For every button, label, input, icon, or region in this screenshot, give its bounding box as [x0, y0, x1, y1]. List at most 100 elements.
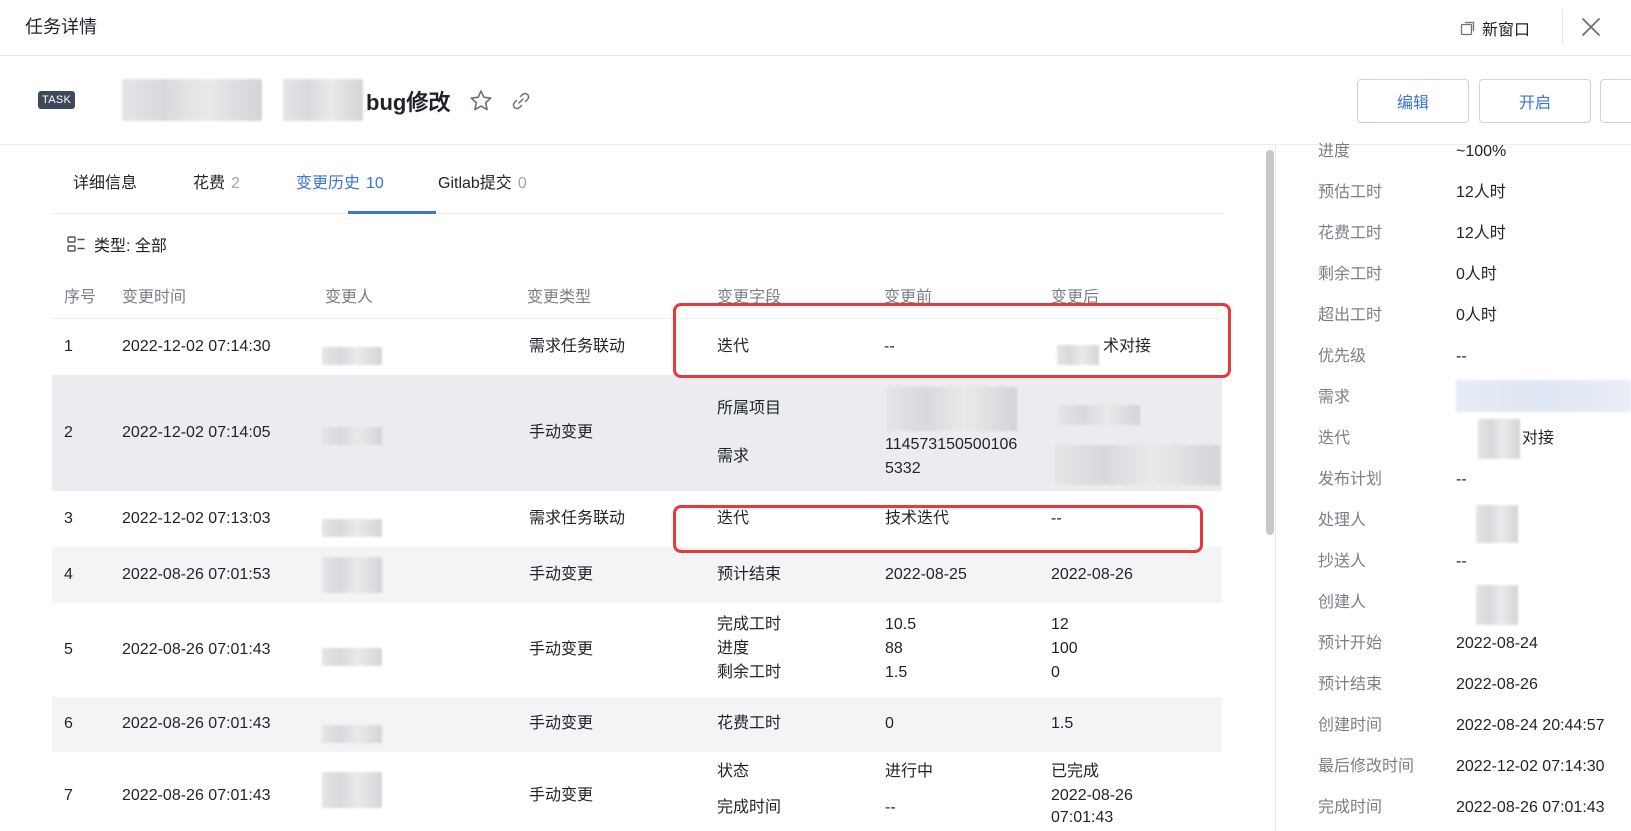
prop-label: 预计结束: [1318, 676, 1383, 693]
prop-label: 进度: [1318, 143, 1351, 160]
link-icon[interactable]: [510, 90, 532, 112]
filter-label: 类型: 全部: [94, 238, 167, 255]
detail-tabs: 详细信息 花费 2 变更历史 10 Gitlab提交 0: [52, 152, 1222, 214]
requirement-redacted[interactable]: [1456, 380, 1631, 412]
prop-iteration: 迭代 对接: [1318, 419, 1631, 459]
prop-label: 优先级: [1318, 348, 1367, 365]
tab-gitlab-commits[interactable]: Gitlab提交 0: [438, 169, 527, 193]
prop-planned-start: 预计开始 2022-08-24: [1318, 632, 1631, 662]
tab-change-history[interactable]: 变更历史 10: [296, 169, 384, 193]
active-tab-indicator: [348, 211, 436, 214]
col-type: 变更类型: [527, 289, 592, 306]
highlight-box: [673, 505, 1203, 553]
row-after: 12: [1051, 616, 1069, 633]
prop-completed-time: 完成时间 2022-08-26 07:01:43: [1318, 796, 1631, 826]
dialog-header: 任务详情 新窗口: [0, 0, 1631, 56]
prop-value[interactable]: 12人时: [1456, 181, 1506, 205]
table-row[interactable]: 6 2022-08-26 07:01:43 手动变更 花费工时 0 1.5: [52, 697, 1222, 752]
operator-redacted: [322, 648, 382, 666]
tab-details[interactable]: 详细信息: [73, 169, 137, 193]
table-scrollbar[interactable]: [1266, 150, 1274, 535]
assignee-redacted[interactable]: [1476, 505, 1518, 543]
close-icon[interactable]: [1578, 14, 1604, 40]
row-before: 10.5: [885, 616, 917, 633]
edit-button[interactable]: 编辑: [1357, 79, 1469, 123]
row-type: 手动变更: [529, 715, 594, 732]
task-title-row: TASK bug修改 编辑 开启: [0, 57, 1631, 145]
col-operator: 变更人: [325, 289, 374, 306]
before-redacted: [887, 387, 1017, 431]
prop-created-time: 创建时间 2022-08-24 20:44:57: [1318, 714, 1631, 744]
new-window-button[interactable]: 新窗口: [1460, 16, 1530, 40]
row-after: 已完成: [1051, 763, 1100, 780]
tab-costs-count: 2: [231, 175, 240, 192]
filter-icon: [67, 236, 85, 252]
tab-details-label: 详细信息: [73, 175, 138, 192]
operator-redacted: [322, 347, 382, 365]
creator-redacted: [1476, 585, 1518, 625]
task-name-redacted-2: [283, 79, 363, 121]
more-actions-button[interactable]: [1600, 79, 1631, 123]
after-redacted: [1055, 445, 1220, 485]
row-after: 1.5: [1051, 715, 1074, 732]
star-icon[interactable]: [468, 88, 494, 114]
prop-value[interactable]: 0人时: [1456, 263, 1497, 287]
prop-planned-end: 预计结束 2022-08-26: [1318, 673, 1631, 703]
type-filter[interactable]: 类型: 全部: [66, 232, 167, 256]
tab-gitlab-label: Gitlab提交: [438, 175, 512, 192]
row-time: 2022-08-26 07:01:43: [122, 787, 271, 804]
row-field: 完成时间: [717, 799, 782, 816]
open-button[interactable]: 开启: [1479, 79, 1591, 123]
row-type: 手动变更: [529, 424, 594, 441]
row-field: 花费工时: [717, 715, 782, 732]
row-field: 需求: [717, 448, 750, 465]
prop-value[interactable]: 对接: [1522, 427, 1554, 451]
table-row[interactable]: 2 2022-12-02 07:14:05 手动变更 所属项目 需求 11457…: [52, 375, 1222, 491]
prop-value: 2022-08-26 07:01:43: [1456, 799, 1605, 816]
prop-value[interactable]: --: [1456, 345, 1467, 369]
table-row[interactable]: 7 2022-08-26 07:01:43 手动变更 状态 完成时间 进行中 -…: [52, 752, 1222, 822]
table-row[interactable]: 5 2022-08-26 07:01:43 手动变更 完成工时 进度 剩余工时 …: [52, 603, 1222, 697]
row-time: 2022-08-26 07:01:43: [122, 715, 271, 732]
row-time: 2022-08-26 07:01:43: [122, 641, 271, 658]
prop-estimated-hours: 预估工时 12人时: [1318, 181, 1631, 211]
operator-redacted: [322, 772, 382, 808]
tab-costs[interactable]: 花费 2: [193, 169, 240, 193]
row-after: 2022-08-26: [1051, 566, 1133, 583]
row-after: 0: [1051, 664, 1060, 681]
tab-change-history-count: 10: [366, 175, 384, 192]
row-field: 剩余工时: [717, 664, 782, 681]
row-time: 2022-12-02 07:14:05: [122, 424, 271, 441]
row-no: 3: [64, 510, 73, 527]
dialog-title: 任务详情: [25, 17, 97, 37]
prop-value[interactable]: --: [1456, 468, 1467, 492]
row-before: 5332: [885, 460, 921, 477]
prop-value[interactable]: ~100%: [1456, 140, 1506, 164]
row-before: 114573150500106: [885, 436, 1018, 453]
row-time: 2022-12-02 07:14:30: [122, 338, 271, 355]
prop-value[interactable]: 12人时: [1456, 222, 1506, 246]
operator-redacted: [322, 557, 382, 593]
prop-label: 抄送人: [1318, 553, 1367, 570]
prop-label: 发布计划: [1318, 471, 1383, 488]
row-field: 进度: [717, 640, 750, 657]
row-type: 需求任务联动: [529, 338, 626, 355]
panel-divider: [1275, 145, 1276, 831]
operator-redacted: [322, 427, 382, 445]
prop-value: 2022-12-02 07:14:30: [1456, 758, 1605, 775]
prop-label: 剩余工时: [1318, 266, 1383, 283]
row-no: 1: [64, 338, 73, 355]
tab-costs-label: 花费: [193, 175, 226, 192]
after-redacted: [1058, 405, 1140, 425]
prop-overtime-hours: 超出工时 0人时: [1318, 304, 1631, 334]
prop-value[interactable]: 2022-08-24: [1456, 632, 1538, 656]
table-row[interactable]: 4 2022-08-26 07:01:53 手动变更 预计结束 2022-08-…: [52, 547, 1222, 603]
prop-value[interactable]: 2022-08-26: [1456, 673, 1538, 697]
task-type-tag: TASK: [38, 91, 76, 109]
prop-creator: 创建人: [1318, 585, 1631, 625]
prop-value[interactable]: --: [1456, 550, 1467, 574]
row-before: 0: [885, 715, 894, 732]
prop-progress: 进度 ~100%: [1318, 140, 1631, 170]
prop-value[interactable]: 0人时: [1456, 304, 1497, 328]
row-no: 7: [64, 787, 73, 804]
